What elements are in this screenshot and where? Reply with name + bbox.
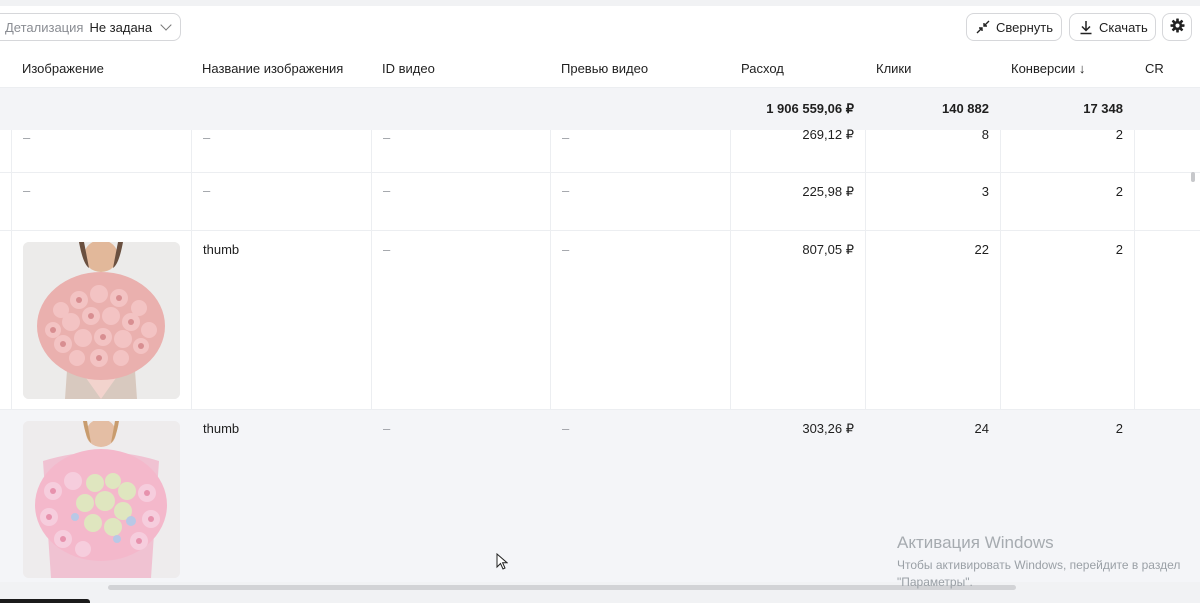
name-cell: thumb <box>203 242 240 257</box>
clicks-cell: 8 <box>981 127 989 142</box>
table-row[interactable]: thumb – – 807,05 ₽ 22 2 <box>0 231 1200 410</box>
name-cell: thumb <box>203 421 240 436</box>
spend-cell: 269,12 ₽ <box>802 127 854 142</box>
video-preview-cell: – <box>562 421 570 436</box>
horizontal-scrollbar[interactable] <box>108 585 1016 590</box>
download-icon <box>1079 20 1093 35</box>
settings-button[interactable] <box>1162 13 1192 41</box>
table-row[interactable]: – – – – 225,98 ₽ 3 2 <box>0 173 1200 231</box>
collapse-label: Свернуть <box>996 19 1054 35</box>
video-id-cell: – <box>383 183 391 198</box>
video-id-cell: – <box>383 130 391 145</box>
image-cell: – <box>23 183 31 198</box>
download-button[interactable]: Скачать <box>1069 13 1156 41</box>
collapse-arrows-icon <box>976 20 990 34</box>
conversions-cell: 2 <box>1115 421 1123 436</box>
conversions-cell: 2 <box>1115 242 1123 257</box>
video-preview-cell: – <box>562 130 570 145</box>
spend-cell: 807,05 ₽ <box>802 242 854 257</box>
video-id-cell: – <box>383 421 391 436</box>
column-header-image[interactable]: Изображение <box>11 48 104 88</box>
total-spend: 1 906 559,06 ₽ <box>766 101 854 116</box>
clicks-cell: 24 <box>974 421 989 436</box>
column-header-video-id[interactable]: ID видео <box>371 48 435 88</box>
name-cell: – <box>203 130 211 145</box>
mouse-cursor-icon <box>496 552 509 573</box>
watermark-line-1: Чтобы активировать Windows, перейдите в … <box>897 558 1181 572</box>
spend-cell: 303,26 ₽ <box>802 421 854 436</box>
windows-activation-watermark: Активация Windows Чтобы активировать Win… <box>897 533 1180 591</box>
column-header-image-name[interactable]: Название изображения <box>191 48 343 88</box>
download-label: Скачать <box>1099 19 1148 35</box>
statistics-table: Изображение Название изображения ID виде… <box>0 48 1200 582</box>
conversions-cell: 2 <box>1115 184 1123 199</box>
image-cell: – <box>23 130 31 145</box>
watermark-line-2: "Параметры". <box>897 575 973 589</box>
table-row[interactable]: – – – – 269,12 ₽ 8 2 <box>0 127 1200 173</box>
video-preview-cell: – <box>562 242 570 257</box>
column-header-clicks[interactable]: Клики <box>865 48 911 88</box>
chevron-down-icon <box>160 19 172 31</box>
collapse-button[interactable]: Свернуть <box>966 13 1062 41</box>
totals-row: 1 906 559,06 ₽ 140 882 17 348 <box>0 88 1200 130</box>
clicks-cell: 3 <box>981 184 989 199</box>
column-header-video-preview[interactable]: Превью видео <box>550 48 648 88</box>
watermark-title: Активация Windows <box>897 533 1054 552</box>
detail-select[interactable]: Детализация Не задана <box>0 13 182 41</box>
spend-cell: 225,98 ₽ <box>802 184 854 199</box>
video-preview-cell: – <box>562 183 570 198</box>
name-cell: – <box>203 183 211 198</box>
bouquet-thumbnail[interactable] <box>23 242 180 399</box>
toolbar: Детализация Не задана Свернуть Скачать <box>0 6 1200 48</box>
total-conversions: 17 348 <box>1083 101 1123 116</box>
total-clicks: 140 882 <box>942 101 989 116</box>
clicks-cell: 22 <box>974 242 989 257</box>
column-header-conversions[interactable]: Конверсии ↓ <box>1000 48 1085 88</box>
column-header-spend[interactable]: Расход <box>730 48 784 88</box>
gear-icon <box>1169 18 1185 36</box>
taskbar-edge <box>0 599 90 603</box>
column-header-cr[interactable]: CR <box>1134 48 1164 88</box>
detail-value: Не задана <box>89 19 153 35</box>
detail-label: Детализация <box>5 19 84 35</box>
table-header: Изображение Название изображения ID виде… <box>0 48 1200 88</box>
bouquet-thumbnail[interactable] <box>23 421 180 578</box>
vertical-scrollbar[interactable] <box>1191 172 1195 182</box>
video-id-cell: – <box>383 242 391 257</box>
conversions-cell: 2 <box>1115 127 1123 142</box>
